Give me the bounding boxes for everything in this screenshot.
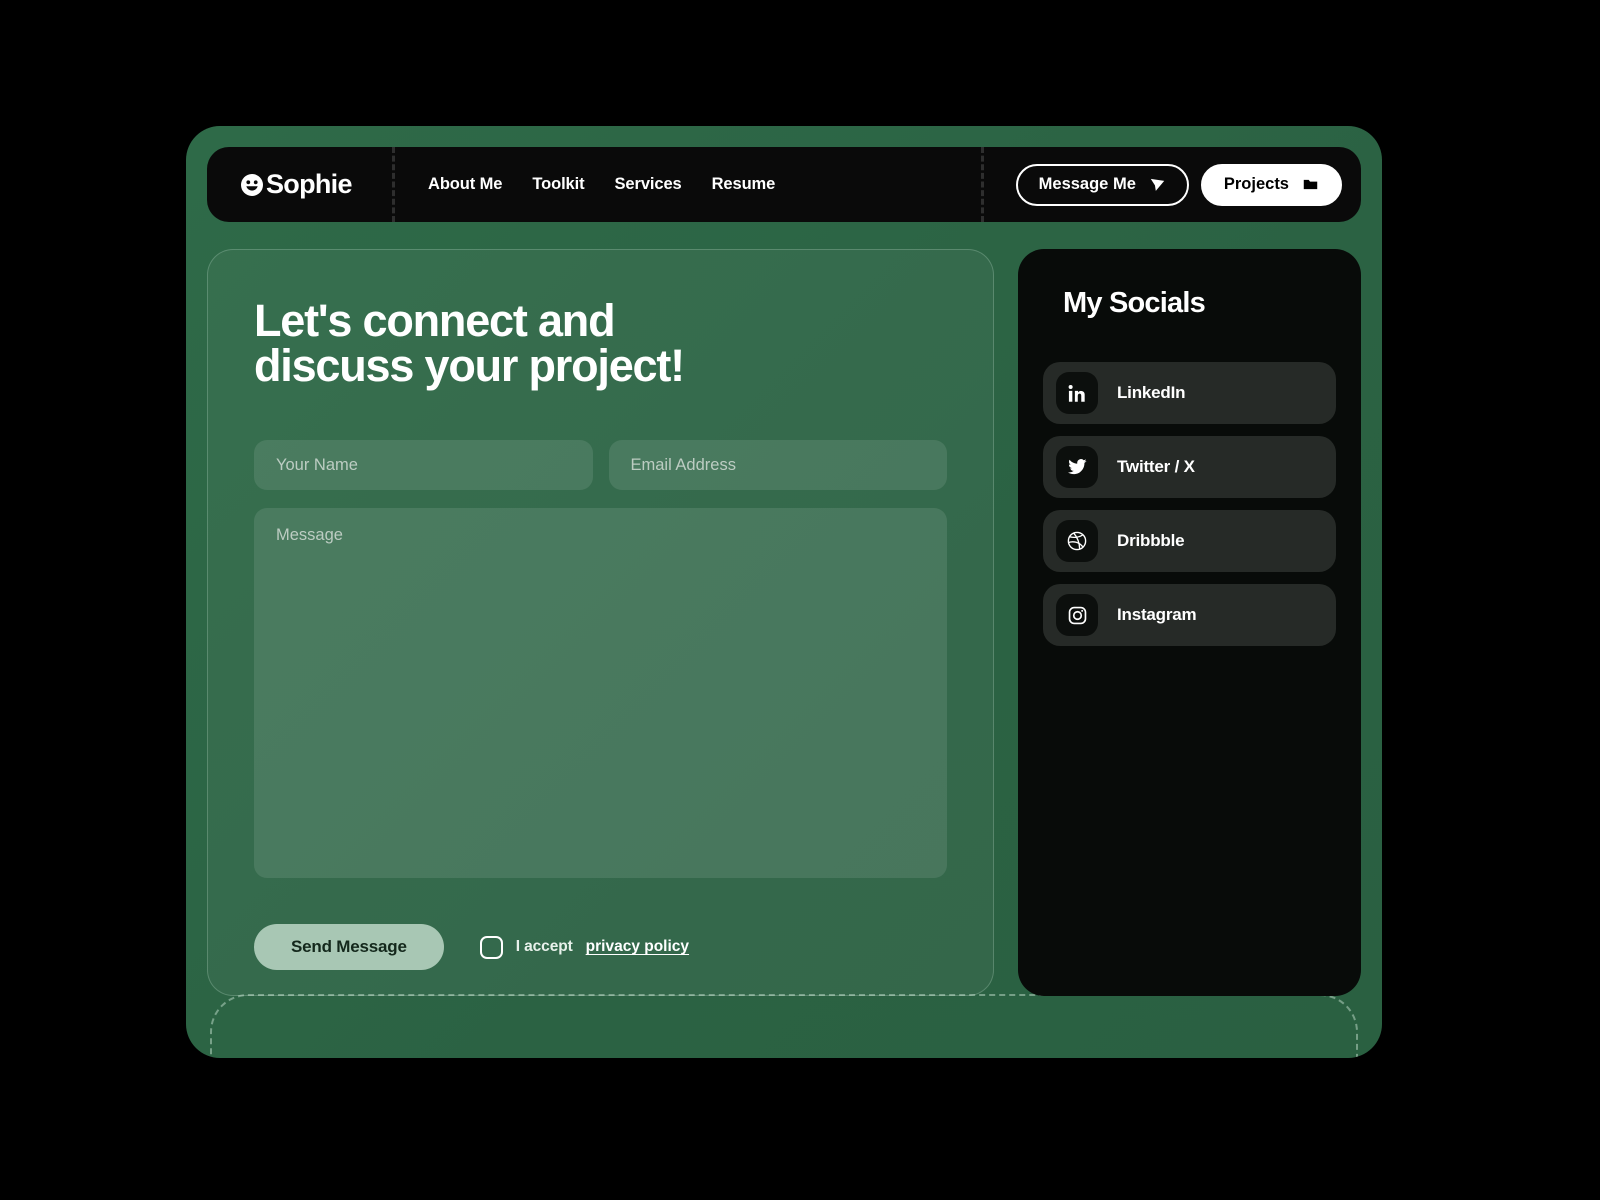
- socials-list: LinkedIn Twitter / X Dribbble Instagram: [1043, 362, 1336, 646]
- send-icon: [1150, 178, 1165, 191]
- headline-line-1: Let's connect and: [254, 295, 616, 346]
- nav-link-services[interactable]: Services: [615, 175, 682, 194]
- privacy-policy-link[interactable]: privacy policy: [586, 938, 689, 956]
- decorative-dashed-border: [210, 994, 1358, 1058]
- socials-panel: My Socials LinkedIn Twitter / X Dribbble…: [1018, 249, 1361, 996]
- headline-line-2: discuss your project!: [254, 340, 685, 391]
- twitter-icon: [1056, 446, 1098, 488]
- projects-label: Projects: [1223, 175, 1289, 193]
- top-navbar: Sophie About Me Toolkit Services Resume …: [207, 147, 1361, 222]
- page-body: Let's connect and discuss your project! …: [207, 249, 1361, 996]
- page-title: Let's connect and discuss your project!: [254, 298, 774, 388]
- social-label-linkedin: LinkedIn: [1117, 383, 1186, 402]
- social-label-dribbble: Dribbble: [1117, 531, 1185, 550]
- nav-link-toolkit[interactable]: Toolkit: [532, 175, 584, 194]
- privacy-checkbox[interactable]: [479, 935, 503, 959]
- message-input[interactable]: [254, 508, 947, 878]
- message-me-label: Message Me: [1038, 175, 1136, 193]
- social-label-twitter: Twitter / X: [1117, 457, 1195, 476]
- nav-actions: Message Me Projects: [984, 163, 1361, 206]
- message-me-button[interactable]: Message Me: [1015, 163, 1189, 206]
- social-item-linkedin[interactable]: LinkedIn: [1043, 362, 1336, 424]
- accept-label: I accept: [515, 938, 573, 955]
- smiley-icon: [241, 173, 263, 196]
- socials-title: My Socials: [1063, 287, 1206, 319]
- brand-logo[interactable]: Sophie: [207, 169, 392, 200]
- nav-link-about-me[interactable]: About Me: [428, 175, 502, 194]
- screen-root: Sophie About Me Toolkit Services Resume …: [0, 0, 1600, 1200]
- social-item-instagram[interactable]: Instagram: [1043, 584, 1336, 646]
- nav-link-resume[interactable]: Resume: [712, 175, 776, 194]
- form-footer: Send Message I accept privacy policy: [254, 924, 947, 970]
- send-message-button[interactable]: Send Message: [254, 924, 444, 970]
- social-label-instagram: Instagram: [1117, 605, 1197, 624]
- social-item-dribbble[interactable]: Dribbble: [1043, 510, 1336, 572]
- contact-form-card: Let's connect and discuss your project! …: [207, 249, 994, 996]
- projects-button[interactable]: Projects: [1200, 163, 1342, 206]
- folder-icon: [1303, 179, 1318, 190]
- nav-links: About Me Toolkit Services Resume: [395, 175, 981, 194]
- name-email-row: [254, 440, 947, 490]
- brand-name: Sophie: [266, 169, 353, 199]
- dribbble-icon: [1056, 520, 1098, 562]
- accept-privacy-group: I accept privacy policy: [479, 935, 689, 959]
- linkedin-icon: [1056, 372, 1098, 414]
- name-input[interactable]: [254, 440, 593, 490]
- device-frame: Sophie About Me Toolkit Services Resume …: [186, 126, 1382, 1058]
- instagram-icon: [1056, 594, 1098, 636]
- social-item-twitter[interactable]: Twitter / X: [1043, 436, 1336, 498]
- email-input[interactable]: [608, 440, 947, 490]
